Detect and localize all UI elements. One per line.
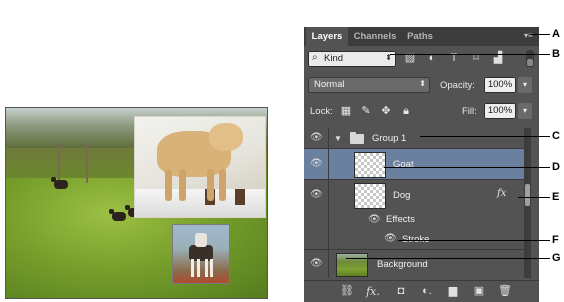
callout-leader xyxy=(518,197,550,198)
callout-a: A xyxy=(552,28,560,40)
eye-icon[interactable]: 👁︎ xyxy=(310,259,323,269)
add-mask-icon[interactable]: ◘ xyxy=(394,285,408,298)
eye-icon[interactable]: 👁︎ xyxy=(368,215,381,225)
distant-goat xyxy=(51,177,68,189)
expand-triangle-icon[interactable]: ▼ xyxy=(334,134,342,143)
layer-thumbnail xyxy=(354,183,386,209)
panel-bottom-bar: ⛓ fx. ◘ ◐. ▆ ▣ 🗑 xyxy=(304,280,539,302)
effects-label[interactable]: Effects xyxy=(386,214,415,225)
callout-c: C xyxy=(552,130,560,142)
document-canvas[interactable] xyxy=(5,107,268,299)
layer-goat[interactable]: 👁︎ Goat xyxy=(304,149,524,180)
lock-row: Lock: ▦ ✎ ✥ 🔒︎ Fill: 100% ▾ xyxy=(304,101,539,123)
new-group-icon[interactable]: ▆ xyxy=(446,285,460,298)
layer-effects[interactable]: 👁︎ Effects xyxy=(304,210,524,229)
layer-thumbnail xyxy=(336,253,368,277)
fence-post xyxy=(86,143,88,183)
opacity-field[interactable]: 100% xyxy=(484,77,516,93)
eye-column xyxy=(304,229,329,249)
link-layers-icon[interactable]: ⛓ xyxy=(340,285,354,298)
eye-icon[interactable]: 👁︎ xyxy=(310,159,323,169)
callout-e: E xyxy=(552,191,560,203)
callout-f: F xyxy=(552,234,559,246)
search-icon: ⌕ xyxy=(312,52,318,63)
layer-group-1[interactable]: 👁︎ ▼ Group 1 xyxy=(304,128,524,149)
goat-head xyxy=(195,233,207,247)
dog-leg xyxy=(207,169,214,201)
layer-name[interactable]: Goat xyxy=(393,159,414,170)
eye-icon[interactable]: 👁︎ xyxy=(310,133,323,143)
fill-field[interactable]: 100% xyxy=(484,103,516,119)
eye-icon[interactable]: 👁︎ xyxy=(310,190,323,200)
panel-tab-bar: Layers Channels Paths ▾≡ xyxy=(304,27,539,46)
goat-leg xyxy=(210,259,213,277)
callout-leader xyxy=(398,240,550,241)
lock-label: Lock: xyxy=(310,106,333,117)
callout-d: D xyxy=(552,161,560,173)
blend-mode-value: Normal xyxy=(314,79,345,90)
fx-icon[interactable]: fx xyxy=(497,188,506,199)
callout-b: B xyxy=(552,48,560,60)
adjustment-layer-icon[interactable]: ◐. xyxy=(420,285,434,298)
folder-icon xyxy=(350,132,364,144)
goat-leg xyxy=(205,259,208,277)
visibility-toggle[interactable]: 👁︎ xyxy=(304,149,329,179)
lock-position-icon[interactable]: ✥ xyxy=(380,105,392,117)
dog-leg xyxy=(179,169,186,201)
callout-g: G xyxy=(552,252,561,264)
layer-name[interactable]: Background xyxy=(377,259,428,270)
layer-name[interactable]: Dog xyxy=(393,190,410,201)
distant-goat xyxy=(109,209,126,221)
tab-paths[interactable]: Paths xyxy=(402,27,438,46)
filter-kind-label: Kind xyxy=(324,53,344,64)
layer-background[interactable]: 👁︎ Background xyxy=(304,250,524,278)
new-layer-icon[interactable]: ▣ xyxy=(472,285,486,298)
dog-leg xyxy=(165,169,172,201)
layer-dog[interactable]: 👁︎ Dog fx xyxy=(304,180,524,210)
visibility-toggle[interactable]: 👁︎ xyxy=(304,128,329,148)
tab-channels[interactable]: Channels xyxy=(350,27,400,46)
goat-leg xyxy=(191,259,194,277)
filter-kind-select[interactable]: ⌕ Kind ⬍ xyxy=(308,51,396,67)
visibility-toggle[interactable]: 👁︎ xyxy=(304,250,329,278)
dog-layer-photo[interactable] xyxy=(134,116,266,218)
chevron-updown-icon: ⬍ xyxy=(419,79,426,88)
dog-head xyxy=(209,123,243,151)
fence-post xyxy=(58,143,60,183)
callout-leader xyxy=(530,34,550,35)
layers-panel: Layers Channels Paths ▾≡ ⌕ Kind ⬍ ▨ ◐ T … xyxy=(304,27,539,302)
dog-leg xyxy=(219,169,226,201)
add-layer-style-icon[interactable]: fx. xyxy=(366,285,380,298)
visibility-toggle[interactable]: 👁︎ xyxy=(304,180,329,210)
callout-leader xyxy=(346,258,550,259)
eye-icon[interactable]: 👁︎ xyxy=(384,234,397,244)
stump xyxy=(235,189,245,205)
layer-name[interactable]: Group 1 xyxy=(372,133,406,144)
callout-leader xyxy=(390,54,550,55)
layer-thumbnail xyxy=(354,152,386,178)
eye-column xyxy=(304,210,329,229)
callout-leader xyxy=(384,167,550,168)
filter-bar: ⌕ Kind ⬍ ▨ ◐ T ⌑ ▟ xyxy=(304,47,539,71)
tab-layers[interactable]: Layers xyxy=(306,27,348,46)
goat-leg xyxy=(197,259,200,277)
callout-leader xyxy=(420,136,550,137)
blend-mode-select[interactable]: Normal ⬍ xyxy=(308,77,430,93)
scrollbar-thumb[interactable] xyxy=(525,184,530,206)
lock-transparent-pixels-icon[interactable]: ▦ xyxy=(340,105,352,117)
delete-layer-icon[interactable]: 🗑 xyxy=(498,285,512,298)
fill-label: Fill: xyxy=(462,106,477,117)
snow xyxy=(135,189,265,217)
layers-scrollbar[interactable] xyxy=(524,128,531,278)
opacity-label: Opacity: xyxy=(440,80,475,91)
fill-dropdown-button[interactable]: ▾ xyxy=(518,103,532,119)
opacity-dropdown-button[interactable]: ▾ xyxy=(518,77,532,93)
lock-all-icon[interactable]: 🔒︎ xyxy=(400,105,412,117)
lock-image-pixels-icon[interactable]: ✎ xyxy=(360,105,372,117)
goat-layer-photo[interactable] xyxy=(172,224,230,284)
layers-list: 👁︎ ▼ Group 1 👁︎ Goat 👁︎ Dog fx 👁︎ Effect… xyxy=(304,128,524,278)
blend-row: Normal ⬍ Opacity: 100% ▾ xyxy=(304,75,539,97)
filter-toggle-switch[interactable] xyxy=(526,50,534,67)
